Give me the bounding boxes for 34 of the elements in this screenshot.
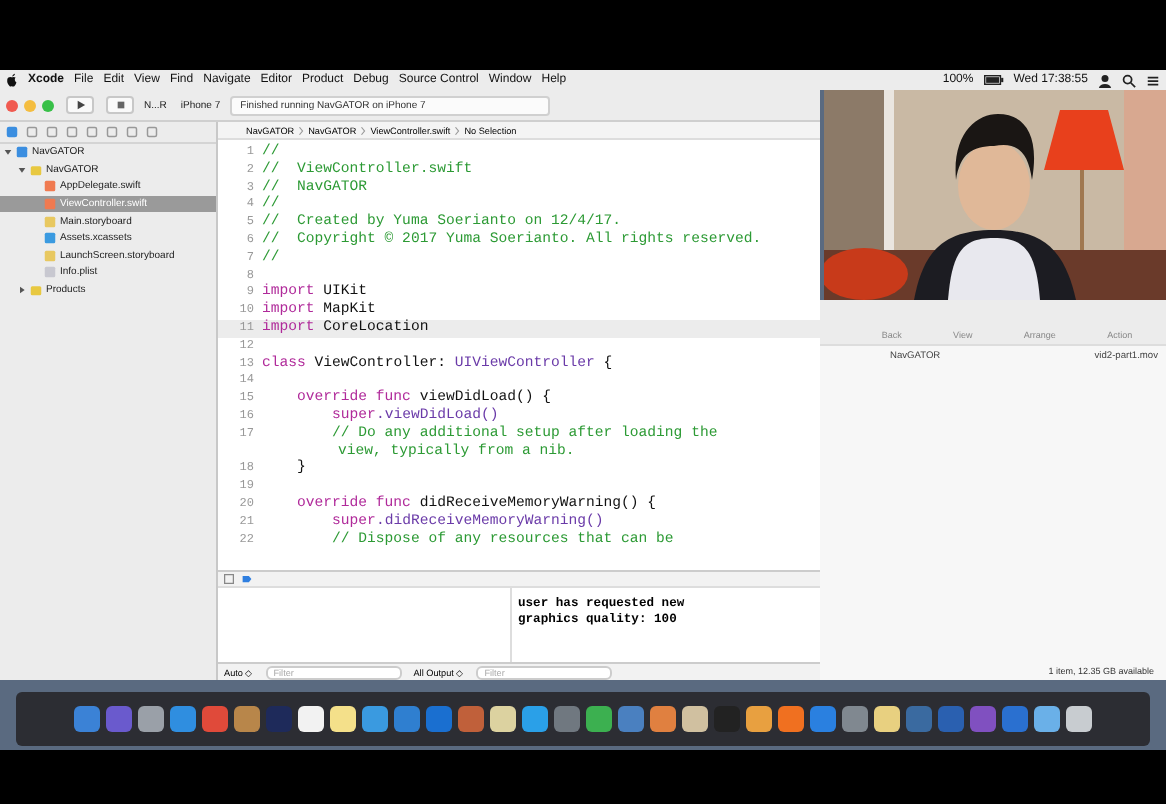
app-icon[interactable] [682, 706, 708, 732]
app-icon[interactable] [330, 706, 356, 732]
battery-icon[interactable] [983, 74, 1004, 86]
app-icon[interactable] [1034, 706, 1060, 732]
breakpoint-icon[interactable] [242, 574, 252, 584]
storyboard-file-icon [44, 249, 56, 262]
chevron-icon [360, 125, 367, 135]
search-icon[interactable] [1122, 73, 1136, 87]
zoom-button[interactable] [42, 99, 54, 111]
chevron-icon [454, 125, 461, 135]
asset-catalog-icon [44, 232, 56, 245]
app-icon[interactable] [746, 706, 772, 732]
storyboard-file-icon [44, 215, 56, 228]
project-icon [16, 146, 28, 159]
app-icon[interactable] [586, 706, 612, 732]
folder-icon [30, 163, 42, 176]
app-icon[interactable] [1066, 706, 1092, 732]
close-button[interactable] [6, 99, 18, 111]
debug-toggle-icon[interactable] [224, 574, 234, 584]
apple-icon[interactable] [6, 72, 18, 88]
app-icon[interactable] [138, 706, 164, 732]
chevron-icon [298, 125, 305, 135]
app-icon[interactable] [874, 706, 900, 732]
app-icon[interactable] [490, 706, 516, 732]
run-button[interactable] [66, 96, 94, 114]
user-icon[interactable] [1098, 73, 1112, 87]
app-icon[interactable] [298, 706, 324, 732]
plist-file-icon [44, 266, 56, 279]
folder-icon [30, 284, 42, 297]
play-icon [75, 100, 85, 110]
stop-icon [115, 100, 125, 110]
expand-triangle-icon[interactable] [18, 286, 26, 295]
stop-button[interactable] [106, 96, 134, 114]
list-icon[interactable] [1146, 73, 1160, 87]
